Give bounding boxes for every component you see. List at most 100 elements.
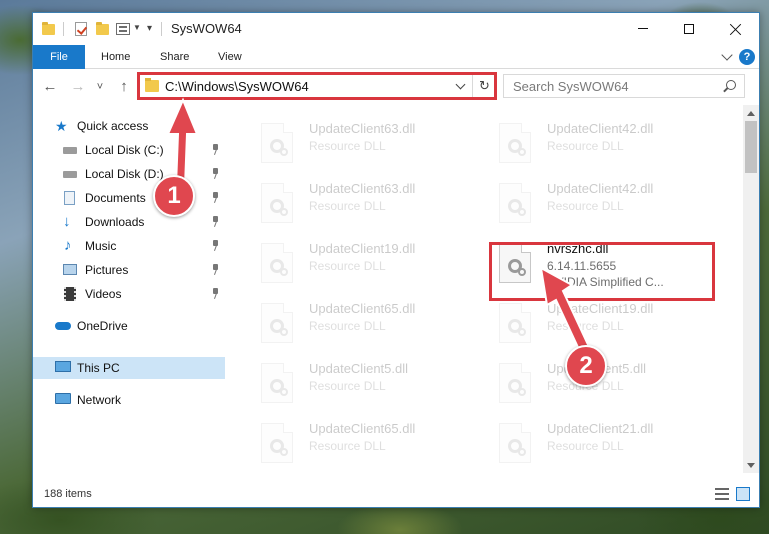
- dll-file-icon: [261, 183, 293, 223]
- maximize-button[interactable]: [666, 13, 712, 44]
- sidebar-item-onedrive[interactable]: OneDrive: [33, 315, 225, 337]
- sidebar-item-music[interactable]: ♪ Music: [33, 235, 225, 257]
- close-button[interactable]: [713, 13, 759, 44]
- file-name: UpdateClient5.dll: [309, 361, 409, 376]
- pin-icon[interactable]: [211, 168, 219, 179]
- file-name: UpdateClient65.dll: [309, 421, 416, 436]
- pictures-icon: [63, 264, 77, 275]
- window-title: SysWOW64: [171, 21, 242, 36]
- scroll-down-icon[interactable]: [747, 463, 755, 468]
- dll-file-icon: [261, 303, 293, 343]
- back-button[interactable]: ←: [39, 77, 61, 97]
- new-folder-icon[interactable]: [95, 21, 111, 37]
- list-item[interactable]: UpdateClient63.dll Resource DLL: [235, 113, 465, 169]
- recent-locations-button[interactable]: ˅: [89, 77, 111, 97]
- navigation-pane: ★ Quick access Local Disk (C:) Local Dis…: [33, 105, 225, 473]
- pin-icon[interactable]: [211, 288, 219, 299]
- pin-icon[interactable]: [211, 192, 219, 203]
- dll-file-icon: [261, 243, 293, 283]
- sidebar-item-label: Pictures: [85, 263, 129, 277]
- sidebar-item-label: Local Disk (C:): [85, 143, 164, 157]
- tab-home[interactable]: Home: [93, 45, 138, 69]
- pin-icon[interactable]: [211, 240, 219, 251]
- list-item[interactable]: UpdateClient42.dll Resource DLL: [473, 113, 703, 169]
- list-item[interactable]: UpdateClient42.dll Resource DLL: [473, 173, 703, 229]
- search-icon[interactable]: [726, 80, 736, 90]
- sidebar-item-local-disk-d[interactable]: Local Disk (D:): [33, 163, 225, 185]
- sidebar-item-downloads[interactable]: ↓ Downloads: [33, 211, 225, 233]
- sidebar-item-pictures[interactable]: Pictures: [33, 259, 225, 281]
- large-icons-view-icon[interactable]: [736, 487, 750, 501]
- file-type: Resource DLL: [547, 199, 624, 213]
- item-count: 188 items: [44, 488, 92, 500]
- minimize-button[interactable]: [620, 13, 666, 44]
- list-item[interactable]: UpdateClient63.dll Resource DLL: [235, 173, 465, 229]
- tab-share[interactable]: Share: [152, 45, 197, 69]
- scroll-up-icon[interactable]: [747, 111, 755, 116]
- file-name: UpdateClient19.dll: [309, 241, 416, 256]
- sidebar-item-network[interactable]: Network: [33, 389, 225, 411]
- pin-icon[interactable]: [211, 264, 219, 275]
- list-item[interactable]: UpdateClient21.dll Resource DLL: [473, 413, 703, 469]
- network-icon: [55, 393, 71, 404]
- sidebar-item-local-disk-c[interactable]: Local Disk (C:): [33, 139, 225, 161]
- file-type: Resource DLL: [309, 139, 386, 153]
- search-input[interactable]: Search SysWOW64: [503, 74, 745, 98]
- sidebar-item-this-pc[interactable]: This PC: [33, 357, 225, 379]
- file-name: UpdateClient42.dll: [547, 181, 654, 196]
- file-type: Resource DLL: [309, 319, 386, 333]
- address-highlight-box: [137, 72, 497, 100]
- list-item[interactable]: UpdateClient5.dll Resource DLL: [235, 353, 465, 409]
- maximize-icon: [684, 23, 694, 34]
- vertical-scrollbar[interactable]: [743, 105, 759, 473]
- videos-icon: [64, 287, 76, 301]
- pin-icon[interactable]: [211, 216, 219, 227]
- divider: [63, 22, 64, 36]
- drive-icon: [63, 147, 77, 154]
- list-item[interactable]: UpdateClient19.dll Resource DLL: [235, 233, 465, 289]
- pin-icon[interactable]: [211, 144, 219, 155]
- dll-file-icon: [261, 123, 293, 163]
- file-type: Resource DLL: [309, 259, 386, 273]
- sidebar-item-documents[interactable]: Documents: [33, 187, 225, 209]
- file-type: Resource DLL: [309, 379, 386, 393]
- file-explorer-window: ▼ ▾ SysWOW64 File Home Share View ? ← → …: [32, 12, 760, 508]
- sidebar-item-videos[interactable]: Videos: [33, 283, 225, 305]
- file-name: UpdateClient42.dll: [547, 121, 654, 136]
- minimize-icon: [638, 28, 648, 29]
- tab-view[interactable]: View: [210, 45, 250, 69]
- up-button[interactable]: ↑: [113, 77, 135, 97]
- dll-file-icon: [499, 123, 531, 163]
- downloads-icon: ↓: [63, 213, 71, 230]
- sidebar-item-label: OneDrive: [77, 319, 128, 333]
- list-item[interactable]: UpdateClient65.dll Resource DLL: [235, 413, 465, 469]
- sidebar-item-label: Music: [85, 239, 117, 253]
- scroll-thumb[interactable]: [745, 121, 757, 173]
- sidebar-item-label: Downloads: [85, 215, 145, 229]
- list-item[interactable]: UpdateClient19.dll Resource DLL: [473, 293, 703, 349]
- expand-ribbon-icon[interactable]: [721, 49, 733, 61]
- search-placeholder: Search SysWOW64: [513, 79, 629, 94]
- tab-file[interactable]: File: [33, 45, 85, 69]
- file-name: UpdateClient63.dll: [309, 121, 416, 136]
- star-icon: ★: [55, 118, 68, 134]
- file-type: Resource DLL: [309, 199, 386, 213]
- sidebar-item-label: Quick access: [77, 119, 149, 133]
- forward-button[interactable]: →: [67, 77, 89, 97]
- list-item[interactable]: UpdateClient65.dll Resource DLL: [235, 293, 465, 349]
- properties-icon[interactable]: [115, 21, 131, 37]
- file-name: UpdateClient63.dll: [309, 181, 416, 196]
- sidebar-item-label: This PC: [77, 361, 120, 375]
- properties-check-icon[interactable]: [73, 21, 89, 37]
- file-name: UpdateClient21.dll: [547, 421, 654, 436]
- sidebar-item-quick-access[interactable]: ★ Quick access: [33, 115, 225, 137]
- dll-file-icon: [261, 363, 293, 403]
- navigation-bar: ← → ˅ ↑ C:\Windows\SysWOW64 ↻ Search Sys…: [33, 69, 759, 105]
- file-name: UpdateClient65.dll: [309, 301, 416, 316]
- file-name: UpdateClient19.dll: [547, 301, 654, 316]
- details-view-icon[interactable]: [715, 488, 729, 500]
- sidebar-item-label: Documents: [85, 191, 146, 205]
- help-icon[interactable]: ?: [739, 49, 755, 65]
- cloud-icon: [55, 322, 71, 330]
- sidebar-item-label: Videos: [85, 287, 122, 301]
